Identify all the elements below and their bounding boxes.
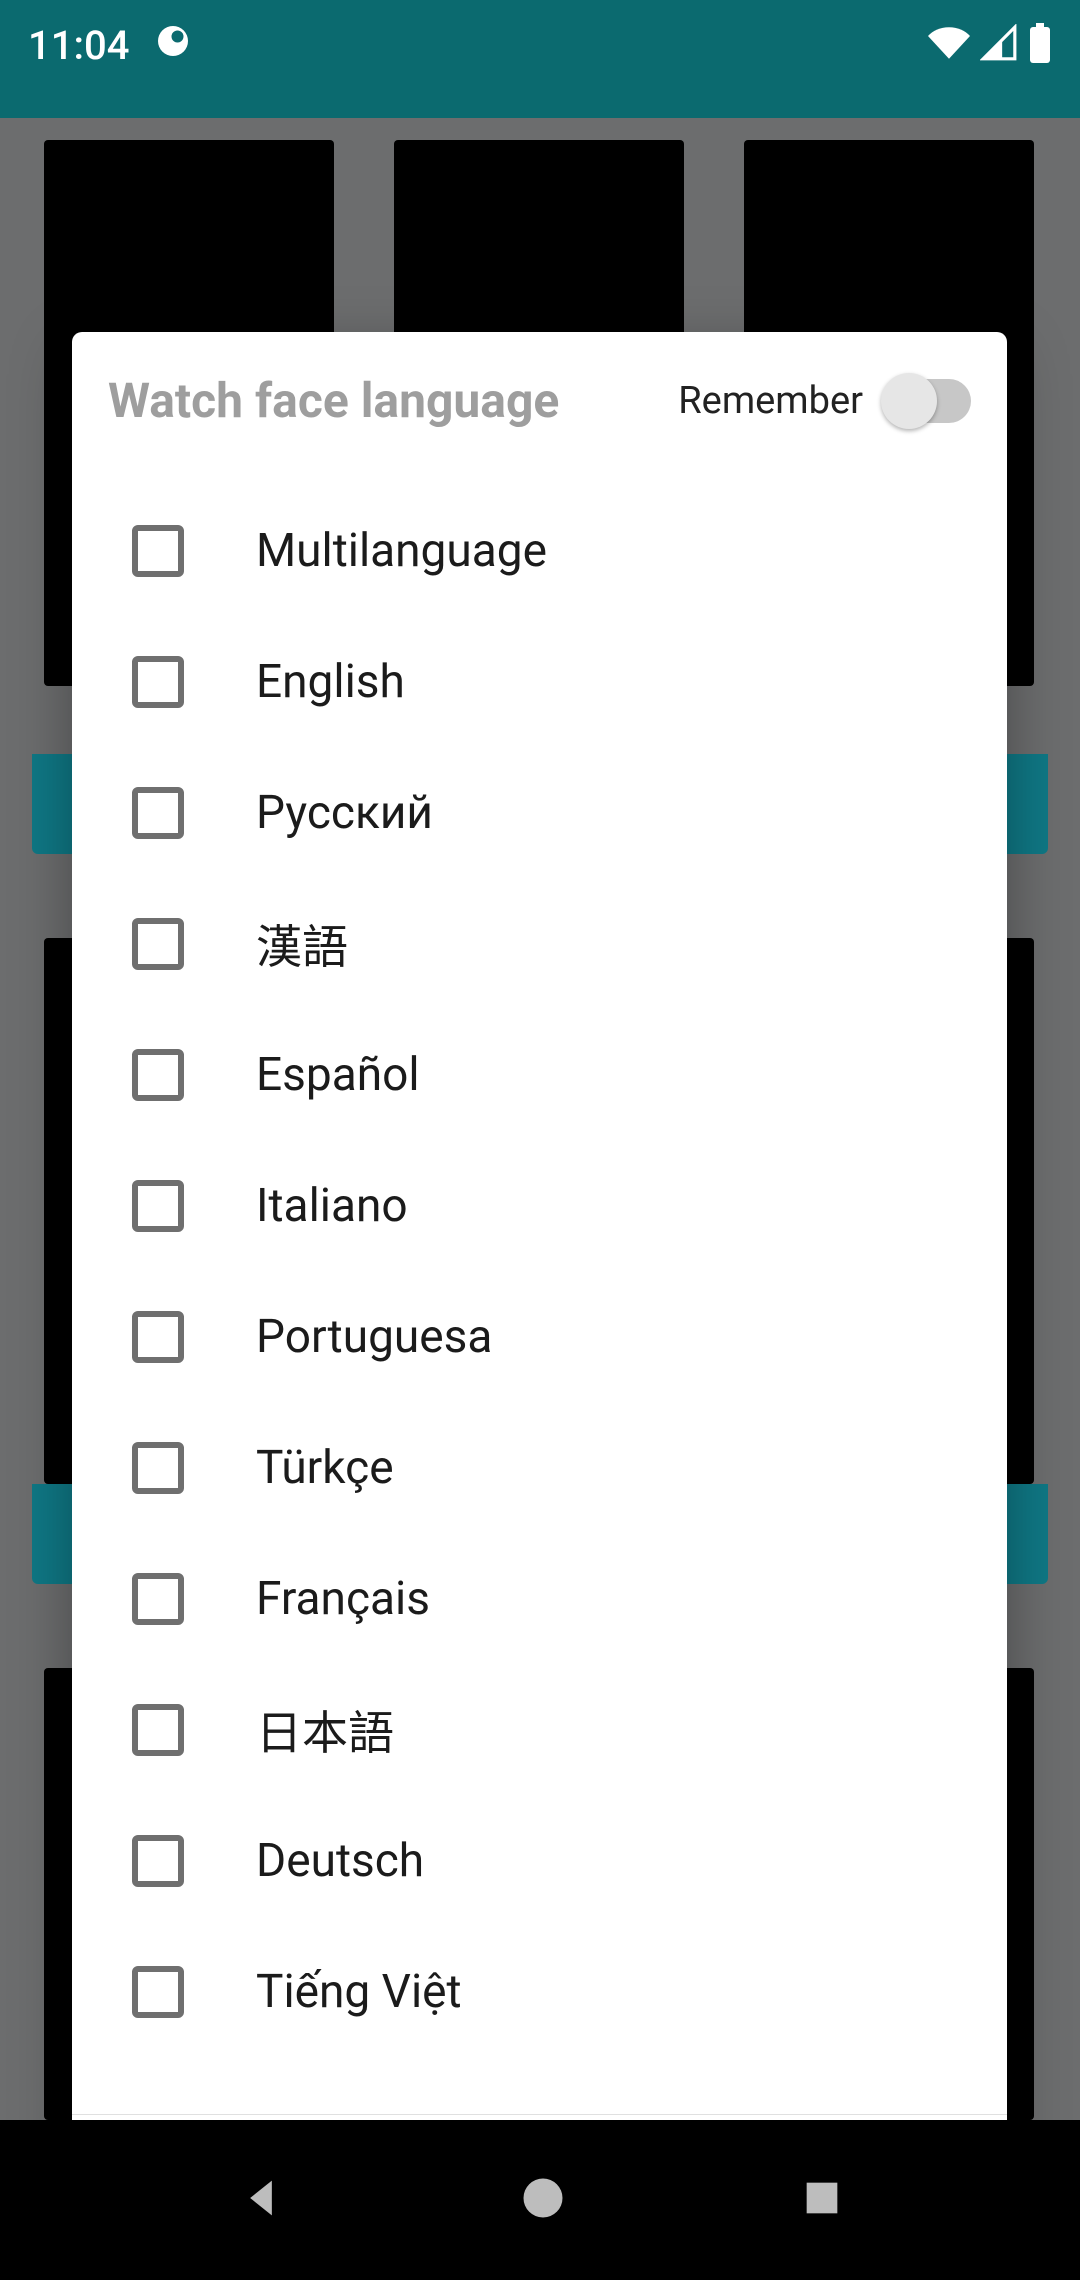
language-label: Italiano — [256, 1179, 408, 1233]
home-icon[interactable] — [517, 2172, 569, 2228]
checkbox-icon — [132, 1049, 184, 1101]
language-option[interactable]: Multilanguage — [72, 485, 1007, 616]
language-label: Español — [256, 1048, 420, 1102]
status-bar: 11:04 — [0, 0, 1080, 118]
checkbox-icon — [132, 656, 184, 708]
language-option[interactable]: Tiếng Việt — [72, 1926, 1007, 2057]
language-label: Deutsch — [256, 1834, 424, 1888]
language-dialog: Watch face language Remember Multilangua… — [72, 332, 1007, 2244]
language-option[interactable]: English — [72, 616, 1007, 747]
navigation-bar — [0, 2120, 1080, 2280]
signal-icon — [980, 24, 1018, 66]
checkbox-icon — [132, 1966, 184, 2018]
checkbox-icon — [132, 1180, 184, 1232]
language-option[interactable]: Portuguesa — [72, 1271, 1007, 1402]
app-notification-icon — [155, 22, 191, 69]
language-label: Türkçe — [256, 1441, 394, 1495]
language-option[interactable]: Deutsch — [72, 1795, 1007, 1926]
language-option[interactable]: Français — [72, 1533, 1007, 1664]
language-option[interactable]: Русский — [72, 747, 1007, 878]
checkbox-icon — [132, 1573, 184, 1625]
battery-icon — [1028, 23, 1052, 67]
checkbox-icon — [132, 1311, 184, 1363]
back-icon[interactable] — [235, 2172, 287, 2228]
status-time: 11:04 — [28, 22, 129, 69]
language-label: Tiếng Việt — [256, 1965, 462, 2019]
language-label: Multilanguage — [256, 524, 547, 578]
language-label: English — [256, 655, 405, 709]
language-label: Русский — [256, 786, 433, 840]
checkbox-icon — [132, 918, 184, 970]
checkbox-icon — [132, 787, 184, 839]
recents-icon[interactable] — [799, 2175, 845, 2225]
checkbox-icon — [132, 525, 184, 577]
language-option[interactable]: 漢語 — [72, 878, 1007, 1009]
remember-toggle[interactable] — [883, 379, 971, 423]
wifi-icon — [928, 22, 970, 68]
language-option[interactable]: Türkçe — [72, 1402, 1007, 1533]
language-option[interactable]: 日本語 — [72, 1664, 1007, 1795]
checkbox-icon — [132, 1704, 184, 1756]
language-list: Multilanguage English Русский 漢語 Español… — [72, 445, 1007, 2114]
language-label: Portuguesa — [256, 1310, 492, 1364]
checkbox-icon — [132, 1442, 184, 1494]
background-content: Watch face language Remember Multilangua… — [0, 118, 1080, 2120]
dialog-title: Watch face language — [108, 372, 559, 429]
language-label: 日本語 — [256, 1697, 394, 1763]
language-label: Français — [256, 1572, 430, 1626]
language-option[interactable]: Italiano — [72, 1140, 1007, 1271]
language-option[interactable]: Español — [72, 1009, 1007, 1140]
remember-label: Remember — [678, 379, 863, 423]
checkbox-icon — [132, 1835, 184, 1887]
language-label: 漢語 — [256, 911, 348, 977]
